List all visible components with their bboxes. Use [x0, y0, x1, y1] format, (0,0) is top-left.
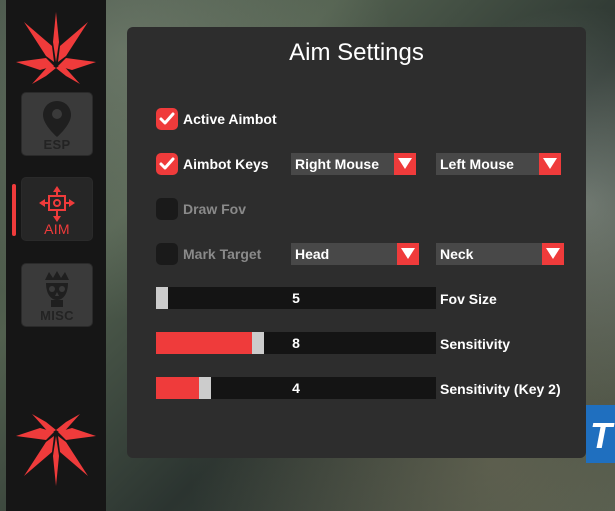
sidebar-item-aim[interactable]: AIM	[21, 177, 93, 241]
skull-icon	[45, 271, 69, 307]
slider-value: 5	[292, 290, 300, 306]
chevron-down-icon	[394, 153, 416, 175]
active-indicator	[12, 184, 16, 236]
checkmark-icon	[159, 112, 175, 125]
slider-value: 8	[292, 335, 300, 351]
map-pin-icon	[43, 101, 71, 137]
mark-target-label: Mark Target	[183, 246, 262, 262]
mark-target1-dropdown[interactable]: Head	[291, 243, 419, 265]
aim-settings-panel: Aim Settings Active Aimbot Aimbot Keys R…	[127, 27, 586, 458]
chevron-down-icon	[397, 243, 419, 265]
mark-target-checkbox[interactable]	[156, 243, 178, 265]
sidebar: ESP AIM MISC	[6, 0, 106, 511]
dropdown-value: Neck	[440, 246, 474, 262]
page-title: Aim Settings	[289, 39, 424, 66]
draw-fov-checkbox[interactable]	[156, 198, 178, 220]
aimbot-keys-label: Aimbot Keys	[183, 156, 269, 172]
mark-target2-dropdown[interactable]: Neck	[436, 243, 564, 265]
checkmark-icon	[159, 157, 175, 170]
active-aimbot-checkbox[interactable]	[156, 108, 178, 130]
dropdown-value: Left Mouse	[440, 156, 514, 172]
sidebar-item-label: AIM	[44, 221, 70, 237]
sensitivity-slider[interactable]: 8	[156, 332, 436, 354]
crosshair-icon	[39, 186, 75, 222]
background-sign: T	[586, 405, 615, 463]
sensitivity-label: Sensitivity	[440, 336, 511, 352]
aimbot-keys-checkbox[interactable]	[156, 153, 178, 175]
logo-icon	[16, 12, 96, 84]
sidebar-item-label: ESP	[43, 137, 71, 152]
logo-icon	[16, 414, 96, 486]
fov-size-label: Fov Size	[440, 291, 497, 307]
dropdown-value: Head	[295, 246, 330, 262]
draw-fov-label: Draw Fov	[183, 201, 247, 217]
slider-value: 4	[292, 380, 300, 396]
chevron-down-icon	[542, 243, 564, 265]
sidebar-item-label: MISC	[40, 308, 74, 323]
sidebar-item-misc[interactable]: MISC	[21, 263, 93, 327]
fov-size-slider[interactable]: 5	[156, 287, 436, 309]
aimbot-key1-dropdown[interactable]: Right Mouse	[291, 153, 416, 175]
chevron-down-icon	[539, 153, 561, 175]
dropdown-value: Right Mouse	[295, 156, 379, 172]
aimbot-key2-dropdown[interactable]: Left Mouse	[436, 153, 561, 175]
active-aimbot-label: Active Aimbot	[183, 111, 277, 127]
sensitivity-key2-slider[interactable]: 4	[156, 377, 436, 399]
sidebar-item-esp[interactable]: ESP	[21, 92, 93, 156]
sensitivity-key2-label: Sensitivity (Key 2)	[440, 381, 561, 397]
